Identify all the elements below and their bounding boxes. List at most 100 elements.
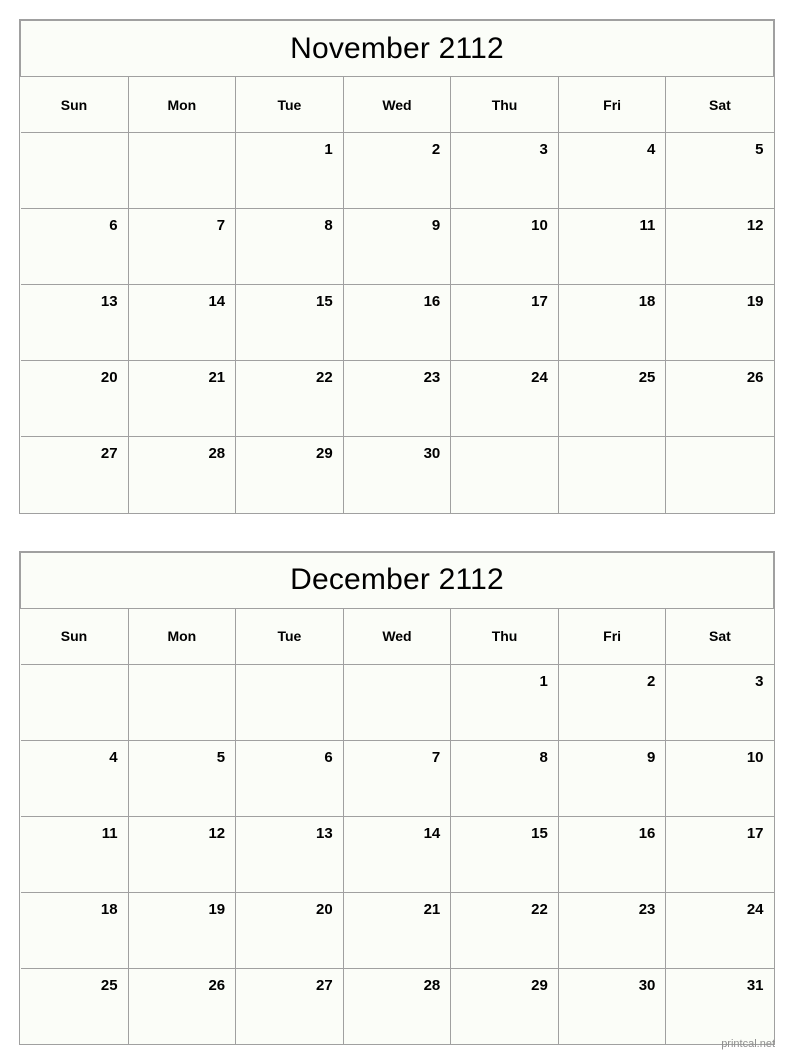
day-cell[interactable]: 20 [235, 891, 344, 969]
week-row: 20 21 22 23 24 25 26 [20, 360, 774, 437]
day-cell[interactable]: 1 [235, 132, 344, 209]
weekday-header-mon: Mon [127, 76, 237, 133]
day-cell[interactable] [450, 436, 559, 513]
day-cell[interactable]: 13 [235, 815, 344, 893]
calendar-table-november: November 2112 Sun Mon Tue Wed Thu Fri Sa… [20, 20, 774, 513]
week-row: 13 14 15 16 17 18 19 [20, 284, 774, 361]
week-row: 18 19 20 21 22 23 24 [20, 891, 774, 969]
day-cell[interactable]: 18 [557, 284, 667, 361]
day-cell[interactable]: 14 [342, 815, 452, 893]
day-cell[interactable]: 7 [127, 208, 237, 285]
day-cell[interactable]: 26 [127, 967, 237, 1044]
day-cell[interactable]: 19 [665, 284, 774, 361]
day-cell[interactable]: 11 [557, 208, 667, 285]
week-row: 11 12 13 14 15 16 17 [20, 815, 774, 893]
day-cell[interactable]: 23 [342, 360, 452, 437]
day-cell[interactable]: 17 [450, 284, 559, 361]
day-cell[interactable] [235, 663, 344, 741]
day-cell[interactable]: 7 [342, 739, 452, 817]
day-cell[interactable]: 24 [450, 360, 559, 437]
day-cell[interactable]: 28 [342, 967, 452, 1044]
day-cell[interactable]: 2 [342, 132, 452, 209]
day-cell[interactable] [557, 436, 667, 513]
day-cell[interactable]: 24 [665, 891, 774, 969]
day-cell[interactable]: 18 [20, 891, 129, 969]
weekday-header-sat: Sat [665, 76, 774, 133]
weekday-header-thu: Thu [450, 607, 559, 665]
footer-credit: printcal.net [721, 1038, 775, 1050]
day-cell[interactable]: 6 [20, 208, 129, 285]
day-cell[interactable]: 4 [20, 739, 129, 817]
weekday-header-wed: Wed [342, 76, 452, 133]
day-cell[interactable]: 9 [342, 208, 452, 285]
day-cell[interactable]: 17 [665, 815, 774, 893]
day-cell[interactable]: 3 [450, 132, 559, 209]
month-title-row: December 2112 [20, 551, 774, 609]
week-row: 1 2 3 4 5 [20, 132, 774, 209]
weekday-header-sun: Sun [20, 607, 129, 665]
day-cell[interactable] [127, 663, 237, 741]
day-cell[interactable]: 22 [235, 360, 344, 437]
calendar-table-december: December 2112 Sun Mon Tue Wed Thu Fri Sa… [20, 551, 774, 1044]
day-cell[interactable]: 9 [557, 739, 667, 817]
day-cell[interactable]: 27 [235, 967, 344, 1044]
day-cell[interactable]: 23 [557, 891, 667, 969]
weekday-header-tue: Tue [235, 76, 344, 133]
day-cell[interactable]: 14 [127, 284, 237, 361]
day-cell[interactable]: 21 [342, 891, 452, 969]
day-cell[interactable]: 10 [450, 208, 559, 285]
day-cell[interactable]: 19 [127, 891, 237, 969]
weekday-header-sun: Sun [20, 76, 129, 133]
day-cell[interactable]: 16 [342, 284, 452, 361]
day-cell[interactable]: 16 [557, 815, 667, 893]
day-cell[interactable] [20, 132, 129, 209]
day-cell[interactable]: 5 [127, 739, 237, 817]
day-cell[interactable] [342, 663, 452, 741]
day-cell[interactable]: 21 [127, 360, 237, 437]
day-cell[interactable]: 8 [235, 208, 344, 285]
month-title-december: December 2112 [20, 551, 774, 609]
weekday-header-mon: Mon [127, 607, 237, 665]
weekday-header-wed: Wed [342, 607, 452, 665]
day-cell[interactable]: 2 [557, 663, 667, 741]
day-cell[interactable]: 5 [665, 132, 774, 209]
month-block-november: November 2112 Sun Mon Tue Wed Thu Fri Sa… [19, 19, 775, 514]
day-cell[interactable]: 27 [20, 436, 129, 513]
day-cell[interactable]: 29 [450, 967, 559, 1044]
weekday-header-sat: Sat [665, 607, 774, 665]
day-cell[interactable]: 6 [235, 739, 344, 817]
day-cell[interactable]: 20 [20, 360, 129, 437]
weekday-header-row-december: Sun Mon Tue Wed Thu Fri Sat [20, 607, 774, 665]
day-cell[interactable]: 26 [665, 360, 774, 437]
week-row: 27 28 29 30 [20, 436, 774, 513]
day-cell[interactable]: 12 [665, 208, 774, 285]
weekday-header-fri: Fri [557, 607, 667, 665]
day-cell[interactable]: 29 [235, 436, 344, 513]
day-cell[interactable]: 30 [342, 436, 452, 513]
day-cell[interactable]: 30 [557, 967, 667, 1044]
day-cell[interactable]: 31 [665, 967, 774, 1044]
weekday-header-fri: Fri [557, 76, 667, 133]
month-block-december: December 2112 Sun Mon Tue Wed Thu Fri Sa… [19, 550, 775, 1045]
day-cell[interactable]: 1 [450, 663, 559, 741]
day-cell[interactable]: 15 [235, 284, 344, 361]
day-cell[interactable]: 15 [450, 815, 559, 893]
week-row: 25 26 27 28 29 30 31 [20, 967, 774, 1044]
day-cell[interactable]: 10 [665, 739, 774, 817]
weekday-header-row-november: Sun Mon Tue Wed Thu Fri Sat [20, 76, 774, 133]
day-cell[interactable]: 11 [20, 815, 129, 893]
day-cell[interactable]: 3 [665, 663, 774, 741]
day-cell[interactable]: 22 [450, 891, 559, 969]
day-cell[interactable]: 4 [557, 132, 667, 209]
day-cell[interactable]: 25 [20, 967, 129, 1044]
day-cell[interactable]: 13 [20, 284, 129, 361]
day-cell[interactable]: 25 [557, 360, 667, 437]
day-cell[interactable]: 8 [450, 739, 559, 817]
week-row: 1 2 3 [20, 663, 774, 741]
day-cell[interactable] [665, 436, 774, 513]
day-cell[interactable] [20, 663, 129, 741]
day-cell[interactable] [127, 132, 237, 209]
day-cell[interactable]: 28 [127, 436, 237, 513]
day-cell[interactable]: 12 [127, 815, 237, 893]
weekday-header-tue: Tue [235, 607, 344, 665]
